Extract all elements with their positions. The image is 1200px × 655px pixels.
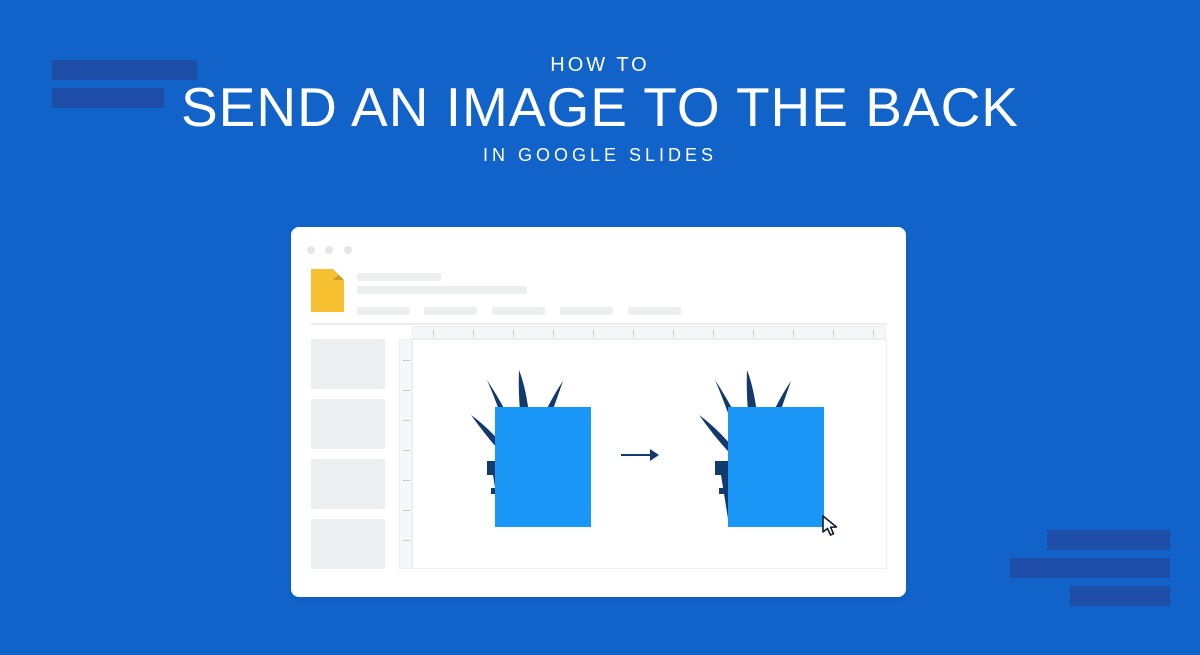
arrow-right-icon <box>621 448 659 462</box>
horizontal-ruler <box>412 326 886 339</box>
title-sub: IN GOOGLE SLIDES <box>0 145 1200 166</box>
window-dots <box>307 241 358 259</box>
slides-document-icon <box>311 269 344 312</box>
menu-placeholder <box>560 307 613 315</box>
before-state <box>445 365 605 535</box>
cursor-icon <box>821 515 841 537</box>
blue-rectangle-back <box>728 407 824 527</box>
subtitle-placeholder <box>357 286 527 294</box>
window-dot <box>325 246 333 254</box>
menu-placeholder <box>628 307 681 315</box>
decor-bar-bottom-3 <box>1070 586 1170 606</box>
menu-placeholder <box>357 307 410 315</box>
title-block: HOW TO SEND AN IMAGE TO THE BACK IN GOOG… <box>0 54 1200 166</box>
after-state <box>673 365 845 543</box>
toolbar-divider <box>311 323 887 325</box>
title-pre: HOW TO <box>0 54 1200 77</box>
vertical-ruler <box>399 339 412 569</box>
menu-placeholder <box>492 307 545 315</box>
window-dot <box>344 246 352 254</box>
decor-bar-bottom-1 <box>1047 530 1170 550</box>
menu-placeholder <box>424 307 477 315</box>
slide-canvas <box>412 339 887 569</box>
slide-thumbnail <box>311 399 385 449</box>
decor-bar-bottom-2 <box>1010 558 1170 578</box>
app-window-illustration <box>291 227 906 597</box>
title-main: SEND AN IMAGE TO THE BACK <box>0 79 1200 137</box>
slide-thumbnail <box>311 519 385 569</box>
window-dot <box>307 246 315 254</box>
blue-rectangle-front <box>495 407 591 527</box>
slide-thumbnail <box>311 339 385 389</box>
slide-thumbnail <box>311 459 385 509</box>
title-placeholder <box>357 273 441 281</box>
